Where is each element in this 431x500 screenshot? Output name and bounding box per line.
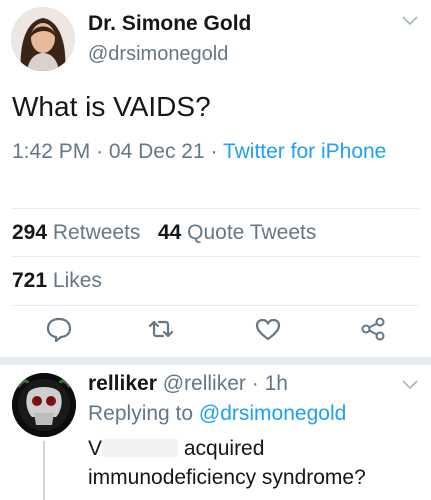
likes-label: Likes bbox=[52, 269, 102, 292]
meta-separator: · bbox=[251, 372, 259, 395]
author-avatar[interactable] bbox=[11, 7, 75, 71]
tweet-date: 04 Dec 21 bbox=[108, 140, 205, 163]
divider bbox=[12, 256, 419, 257]
reply-author-avatar[interactable] bbox=[12, 373, 76, 437]
divider bbox=[12, 305, 419, 306]
quote-tweets-link[interactable]: 44 Quote Tweets bbox=[158, 221, 316, 244]
engagement-stats: 294 Retweets 44 Quote Tweets bbox=[12, 221, 316, 245]
retweet-button[interactable] bbox=[146, 314, 180, 348]
chevron-down-icon[interactable] bbox=[401, 14, 419, 32]
reply-header: relliker @relliker · 1h bbox=[88, 372, 288, 396]
likes-link[interactable]: 721 Likes bbox=[12, 269, 102, 293]
redacted-text bbox=[102, 439, 179, 457]
author-handle[interactable]: @drsimonegold bbox=[88, 43, 228, 66]
meta-separator: · bbox=[96, 140, 104, 163]
quote-tweets-count: 44 bbox=[157, 221, 182, 244]
reply-button[interactable] bbox=[44, 314, 78, 348]
reply-author-handle[interactable]: @relliker bbox=[163, 372, 246, 395]
quote-tweets-label: Quote Tweets bbox=[187, 221, 317, 244]
tweet-actions bbox=[0, 314, 431, 348]
reply-text-middle: acquired bbox=[183, 437, 265, 460]
tweet-text: What is VAIDS? bbox=[12, 91, 211, 122]
heart-icon bbox=[253, 318, 283, 348]
retweet-icon bbox=[146, 320, 176, 348]
reply-text-start: V bbox=[88, 437, 103, 460]
reply-age: 1h bbox=[264, 372, 288, 395]
retweets-link[interactable]: 294 Retweets bbox=[12, 221, 140, 244]
reply-text-line2: immunodeficiency syndrome? bbox=[88, 466, 366, 489]
like-button[interactable] bbox=[253, 314, 287, 348]
divider bbox=[12, 208, 419, 209]
replying-to: Replying to @drsimonegold bbox=[88, 402, 346, 426]
reply-thread-line bbox=[43, 441, 45, 500]
share-button[interactable] bbox=[358, 314, 392, 348]
reply-text: V acquired immunodeficiency syndrome? bbox=[88, 434, 418, 492]
section-separator bbox=[0, 357, 431, 365]
share-icon bbox=[358, 317, 388, 348]
tweet-meta: 1:42 PM · 04 Dec 21 · Twitter for iPhone bbox=[12, 137, 412, 167]
retweets-count: 294 bbox=[12, 221, 48, 244]
replying-prefix: Replying to bbox=[88, 402, 194, 425]
author-name[interactable]: Dr. Simone Gold bbox=[88, 12, 251, 36]
tweet-time: 1:42 PM bbox=[12, 140, 91, 163]
chevron-down-icon[interactable] bbox=[401, 378, 419, 396]
reply-author-name[interactable]: relliker bbox=[88, 372, 157, 395]
tweet-source-link[interactable]: Twitter for iPhone bbox=[223, 140, 386, 163]
retweets-label: Retweets bbox=[52, 221, 141, 244]
replying-to-mention[interactable]: @drsimonegold bbox=[199, 402, 346, 425]
comment-icon bbox=[44, 317, 74, 348]
likes-count: 721 bbox=[12, 269, 48, 292]
meta-separator: · bbox=[210, 140, 218, 163]
